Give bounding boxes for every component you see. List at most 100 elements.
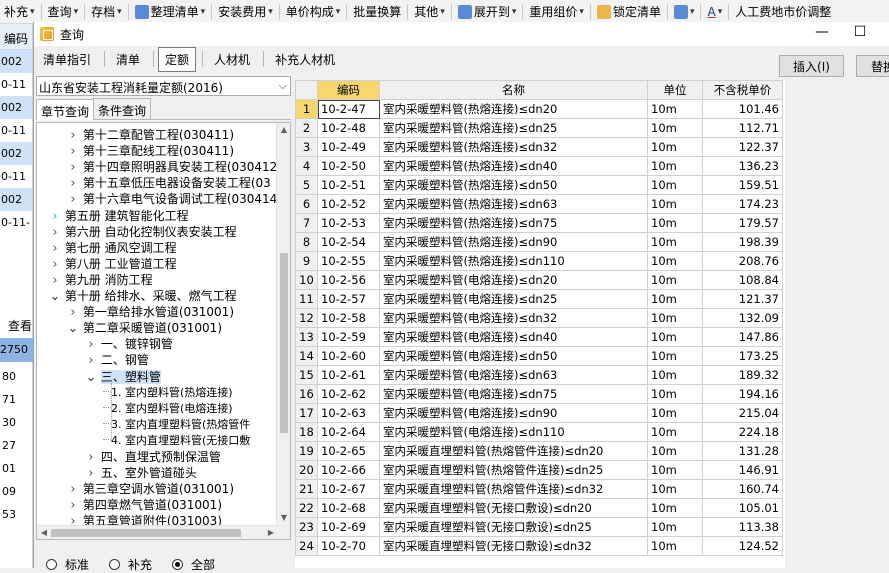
tree-node[interactable]: › 第一章给排水管道(031001)	[67, 304, 234, 320]
background-row[interactable]: 0-11	[0, 165, 32, 188]
chevron-right-icon[interactable]: ›	[67, 305, 79, 321]
tree-node[interactable]: › 第七册 通风空调工程	[49, 240, 176, 256]
table-row[interactable]: 1 10-2-47 室内采暖塑料管(热熔连接)≤dn20 10m 101.46	[295, 99, 783, 119]
toolbar-item[interactable]: 锁定清单	[593, 3, 665, 20]
quota-unit[interactable]: 10m	[647, 137, 703, 157]
tab-quota[interactable]: 定额	[158, 46, 197, 72]
tree-node[interactable]: 2. 室内塑料管(电熔连接)	[103, 401, 233, 417]
quota-price[interactable]: 215.04	[702, 403, 783, 423]
quota-code[interactable]: 10-2-49	[317, 137, 380, 157]
quota-code[interactable]: 10-2-61	[317, 365, 380, 385]
tab-chapter-search[interactable]: 章节查询	[36, 99, 95, 120]
row-number[interactable]: 18	[295, 422, 318, 442]
quota-unit[interactable]: 10m	[647, 384, 703, 404]
quota-price[interactable]: 108.84	[702, 270, 783, 290]
quota-name[interactable]: 室内采暖塑料管(电熔连接)≤dn50	[379, 346, 648, 366]
quota-price[interactable]: 208.76	[702, 251, 783, 271]
quota-unit[interactable]: 10m	[647, 536, 703, 556]
table-row[interactable]: 22 10-2-68 室内采暖直埋塑料管(无接口敷设)≤dn20 10m 105.01	[295, 498, 783, 518]
quota-unit[interactable]: 10m	[647, 498, 703, 518]
quota-unit[interactable]: 10m	[647, 175, 703, 195]
view-label[interactable]: 查看	[0, 314, 33, 336]
quota-price[interactable]: 113.38	[702, 517, 783, 537]
quota-price[interactable]: 101.46	[702, 99, 783, 119]
toolbar-item[interactable]: 批量换算	[349, 3, 405, 20]
radio-button[interactable]	[109, 559, 121, 570]
row-number[interactable]: 24	[295, 536, 318, 556]
row-number[interactable]: 6	[295, 194, 318, 214]
insert-button[interactable]: 插入(I)	[779, 55, 844, 77]
chevron-down-icon[interactable]: ⌄	[67, 321, 79, 337]
scroll-thumb-horizontal[interactable]	[51, 529, 241, 537]
scope-radio-standard[interactable]: 标准	[46, 556, 89, 573]
tree-node[interactable]: › 第四章燃气管道(031001)	[67, 497, 222, 513]
chevron-down-icon[interactable]: ⌄	[49, 289, 61, 305]
table-row[interactable]: 8 10-2-54 室内采暖塑料管(热熔连接)≤dn90 10m 198.39	[295, 232, 783, 252]
scroll-up-icon[interactable]: ▲	[277, 123, 290, 137]
quota-price[interactable]: 147.86	[702, 327, 783, 347]
quota-price[interactable]: 124.52	[702, 536, 783, 556]
table-row[interactable]: 14 10-2-60 室内采暖塑料管(电熔连接)≤dn50 10m 173.25	[295, 346, 783, 366]
row-number[interactable]: 22	[295, 498, 318, 518]
quota-price[interactable]: 174.23	[702, 194, 783, 214]
minimize-button[interactable]: —	[808, 24, 836, 40]
quota-code[interactable]: 10-2-56	[317, 270, 380, 290]
toolbar-item[interactable]: 展开到 ▾	[454, 3, 521, 20]
row-number[interactable]: 16	[295, 384, 318, 404]
tree-node[interactable]: ⌄ 第十册 给排水、采暖、燃气工程	[49, 288, 237, 304]
quota-code[interactable]: 10-2-59	[317, 327, 380, 347]
tree-node[interactable]: › 第十六章电气设备调试工程(030414	[67, 191, 277, 207]
quota-unit[interactable]: 10m	[647, 517, 703, 537]
row-number[interactable]: 10	[295, 270, 318, 290]
quota-unit[interactable]: 10m	[647, 327, 703, 347]
quota-code[interactable]: 10-2-48	[317, 118, 380, 138]
column-header-unit[interactable]: 单位	[647, 80, 703, 100]
tree-node[interactable]: ⌄ 第二章采暖管道(031001)	[67, 320, 222, 336]
quota-unit[interactable]: 10m	[647, 460, 703, 480]
quota-code[interactable]: 10-2-47	[317, 99, 380, 119]
toolbar-item[interactable]: 查询 ▾	[44, 3, 83, 20]
quota-name[interactable]: 室内采暖直埋塑料管(无接口敷设)≤dn20	[379, 498, 648, 518]
table-row[interactable]: 24 10-2-70 室内采暖直埋塑料管(无接口敷设)≤dn32 10m 124.52	[295, 536, 783, 556]
toolbar-item[interactable]: 安装费用 ▾	[214, 3, 277, 20]
toolbar-item[interactable]: 整理清单 ▾	[131, 3, 210, 20]
scope-radio-supplement[interactable]: 补充	[109, 556, 152, 573]
table-row[interactable]: 3 10-2-49 室内采暖塑料管(热熔连接)≤dn32 10m 122.37	[295, 137, 783, 157]
quota-code[interactable]: 10-2-62	[317, 384, 380, 404]
quota-price[interactable]: 194.16	[702, 384, 783, 404]
quota-name[interactable]: 室内采暖塑料管(电熔连接)≤dn110	[379, 422, 648, 442]
table-row[interactable]: 6 10-2-52 室内采暖塑料管(热熔连接)≤dn63 10m 174.23	[295, 194, 783, 214]
chevron-right-icon[interactable]: ›	[67, 144, 79, 160]
replace-button[interactable]: 替换	[856, 55, 889, 77]
quota-price[interactable]: 121.37	[702, 289, 783, 309]
background-row[interactable]: 0-11-	[0, 211, 32, 234]
tree-vertical-scrollbar[interactable]: ▲ ▼	[276, 123, 290, 539]
background-row[interactable]: 002	[0, 96, 32, 119]
quota-price[interactable]: 136.23	[702, 156, 783, 176]
column-header-name[interactable]: 名称	[379, 80, 648, 100]
scroll-left-icon[interactable]: ◀	[37, 526, 51, 539]
quota-unit[interactable]: 10m	[647, 99, 703, 119]
row-number[interactable]: 23	[295, 517, 318, 537]
quota-code[interactable]: 10-2-64	[317, 422, 380, 442]
table-row[interactable]: 15 10-2-61 室内采暖塑料管(电熔连接)≤dn63 10m 189.32	[295, 365, 783, 385]
table-row[interactable]: 5 10-2-51 室内采暖塑料管(热熔连接)≤dn50 10m 159.51	[295, 175, 783, 195]
quota-price[interactable]: 160.74	[702, 479, 783, 499]
tree-node[interactable]: › 第十四章照明器具安装工程(030412	[67, 159, 277, 175]
tree-node[interactable]: › 第八册 工业管道工程	[49, 256, 176, 272]
quota-price[interactable]: 179.57	[702, 213, 783, 233]
quota-unit[interactable]: 10m	[647, 251, 703, 271]
quota-code[interactable]: 10-2-63	[317, 403, 380, 423]
table-row[interactable]: 7 10-2-53 室内采暖塑料管(热熔连接)≤dn75 10m 179.57	[295, 213, 783, 233]
quota-unit[interactable]: 10m	[647, 308, 703, 328]
quota-name[interactable]: 室内采暖直埋塑料管(无接口敷设)≤dn32	[379, 536, 648, 556]
scroll-thumb[interactable]	[280, 253, 288, 433]
table-row[interactable]: 18 10-2-64 室内采暖塑料管(电熔连接)≤dn110 10m 224.18	[295, 422, 783, 442]
table-row[interactable]: 20 10-2-66 室内采暖直埋塑料管(热熔管件连接)≤dn25 10m 146.91	[295, 460, 783, 480]
row-number[interactable]: 8	[295, 232, 318, 252]
tree-node[interactable]: › 第六册 自动化控制仪表安装工程	[49, 224, 236, 240]
toolbar-item[interactable]: 单价构成 ▾	[282, 3, 345, 20]
toolbar-item[interactable]: 人工费地市价调整	[731, 3, 835, 20]
quota-unit[interactable]: 10m	[647, 346, 703, 366]
quota-price[interactable]: 105.01	[702, 498, 783, 518]
